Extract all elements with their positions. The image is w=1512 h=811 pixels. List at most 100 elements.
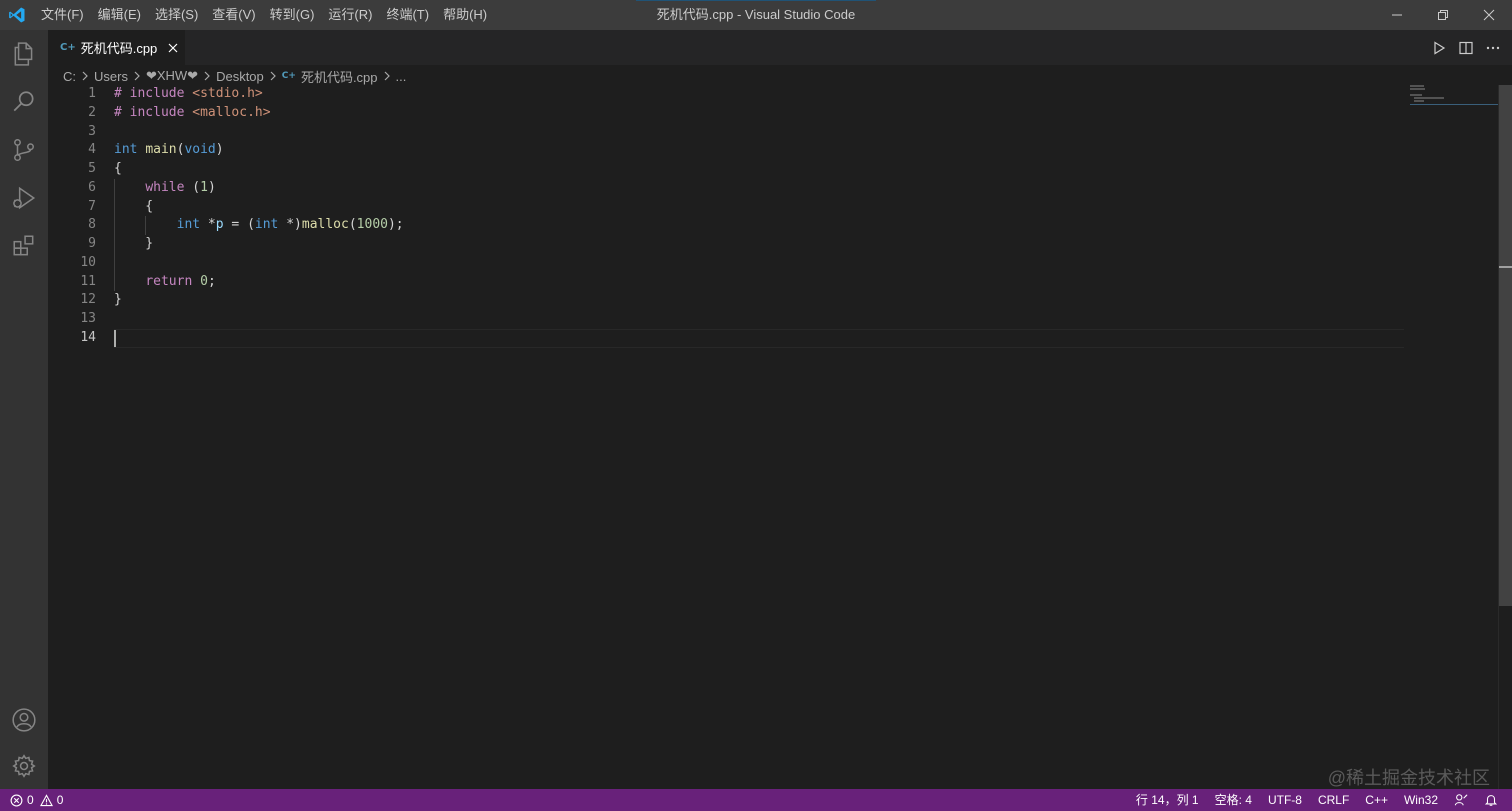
scrollbar-cursor-marker bbox=[1499, 266, 1512, 268]
code-line[interactable] bbox=[114, 253, 1404, 273]
line-number: 3 bbox=[88, 123, 96, 139]
language-mode[interactable]: C++ bbox=[1357, 789, 1396, 811]
code-token: ( bbox=[348, 217, 357, 233]
menu-terminal[interactable]: 终端(T) bbox=[379, 0, 436, 30]
close-tab-icon[interactable] bbox=[165, 40, 181, 56]
scrollbar-thumb[interactable] bbox=[1499, 85, 1512, 606]
code-line[interactable]: { bbox=[114, 160, 1404, 179]
breadcrumb-users[interactable]: Users bbox=[94, 69, 128, 84]
search-icon[interactable] bbox=[0, 78, 48, 126]
encoding[interactable]: UTF-8 bbox=[1260, 789, 1310, 811]
indent-guide bbox=[114, 272, 115, 292]
breadcrumb-desktop[interactable]: Desktop bbox=[216, 69, 264, 84]
code-token: <stdio.h> bbox=[192, 86, 263, 101]
tab-active[interactable]: C+ 死机代码.cpp bbox=[48, 30, 185, 65]
code-token: <malloc.h> bbox=[192, 104, 271, 120]
code-area[interactable]: # include <stdio.h> # include <malloc.h> i… bbox=[114, 85, 1404, 348]
code-token: 1000 bbox=[356, 217, 388, 233]
extensions-icon[interactable] bbox=[0, 222, 48, 270]
feedback-icon[interactable] bbox=[1446, 789, 1476, 811]
code-line[interactable]: # include <malloc.h> bbox=[114, 104, 1404, 123]
notifications-bell-icon[interactable] bbox=[1476, 789, 1506, 811]
code-line[interactable]: { bbox=[114, 197, 1404, 217]
line-number: 11 bbox=[80, 273, 96, 289]
cpp-file-icon: C+ bbox=[281, 71, 296, 81]
chevron-right-icon bbox=[133, 71, 141, 81]
menu-run[interactable]: 运行(R) bbox=[321, 0, 379, 30]
code-line[interactable]: int main(void) bbox=[114, 141, 1404, 160]
code-token: int bbox=[114, 142, 138, 158]
platform-config[interactable]: Win32 bbox=[1396, 789, 1446, 811]
warning-icon bbox=[39, 793, 53, 807]
settings-gear-icon[interactable] bbox=[0, 742, 48, 790]
problems-status[interactable]: 0 0 bbox=[0, 789, 63, 811]
text-cursor bbox=[114, 330, 116, 347]
code-token: 1 bbox=[200, 179, 208, 195]
explorer-icon[interactable] bbox=[0, 30, 48, 78]
code-token: ) bbox=[215, 142, 224, 158]
code-line[interactable] bbox=[114, 310, 1404, 329]
close-window-button[interactable] bbox=[1466, 0, 1512, 30]
code-editor[interactable]: 1 2 3 4 5 6 7 8 9 10 11 12 13 14 # include <stdio.h> #… bbox=[48, 85, 1512, 789]
breadcrumb-drive[interactable]: C: bbox=[63, 69, 76, 84]
code-line[interactable]: } bbox=[114, 235, 1404, 254]
code-line[interactable] bbox=[114, 329, 1404, 348]
watermark: @稀土掘金技术社区 bbox=[1327, 768, 1490, 788]
restore-button[interactable] bbox=[1420, 0, 1466, 30]
menu-edit[interactable]: 编辑(E) bbox=[91, 0, 148, 30]
run-code-icon[interactable] bbox=[1425, 30, 1452, 65]
indent-guide bbox=[145, 216, 147, 235]
minimize-button[interactable] bbox=[1374, 0, 1420, 30]
account-icon[interactable] bbox=[0, 696, 48, 744]
menu-selection[interactable]: 选择(S) bbox=[148, 0, 205, 30]
source-control-icon[interactable] bbox=[0, 126, 48, 174]
code-token: # include bbox=[114, 86, 193, 101]
code-line[interactable]: return 0; bbox=[114, 272, 1404, 292]
code-token: ( bbox=[184, 179, 201, 195]
line-number: 7 bbox=[88, 198, 96, 214]
code-line[interactable]: # include <stdio.h> bbox=[114, 85, 1404, 104]
code-token: p bbox=[215, 217, 224, 233]
code-token: { bbox=[114, 161, 122, 176]
line-number: 14 bbox=[80, 329, 96, 345]
breadcrumb: C: Users ❤XHW❤ Desktop C+ 死机代码.cpp ... bbox=[48, 65, 1512, 87]
menu-file[interactable]: 文件(F) bbox=[34, 0, 91, 30]
minimap-slider[interactable] bbox=[1410, 85, 1498, 105]
more-actions-icon[interactable] bbox=[1479, 30, 1506, 65]
split-editor-icon[interactable] bbox=[1452, 30, 1479, 65]
code-line[interactable]: while (1) bbox=[114, 178, 1404, 198]
code-token: ; bbox=[207, 273, 216, 289]
status-bar: 0 0 行 14，列 1 空格: 4 UTF-8 CRLF C++ Win32 bbox=[0, 789, 1512, 811]
code-token: 0 bbox=[200, 273, 208, 289]
menu-bar: 文件(F) 编辑(E) 选择(S) 查看(V) 转到(G) 运行(R) 终端(T… bbox=[34, 0, 494, 30]
code-token: { bbox=[114, 198, 154, 214]
run-debug-icon[interactable] bbox=[0, 174, 48, 222]
chevron-right-icon bbox=[269, 71, 277, 81]
breadcrumb-symbols[interactable]: ... bbox=[396, 69, 407, 84]
code-token: main bbox=[145, 142, 177, 158]
code-line[interactable]: int *p = (int *)malloc(1000); bbox=[114, 216, 1404, 235]
vscode-logo-icon bbox=[0, 0, 34, 30]
line-number: 4 bbox=[88, 142, 96, 158]
line-number: 6 bbox=[88, 179, 96, 195]
code-token: while bbox=[145, 179, 185, 195]
line-number: 8 bbox=[88, 217, 96, 233]
menu-help[interactable]: 帮助(H) bbox=[436, 0, 494, 30]
breadcrumb-file[interactable]: C+ 死机代码.cpp bbox=[282, 67, 378, 86]
code-line[interactable]: } bbox=[114, 291, 1404, 310]
indentation[interactable]: 空格: 4 bbox=[1207, 789, 1260, 811]
menu-go[interactable]: 转到(G) bbox=[263, 0, 322, 30]
window-controls bbox=[1374, 0, 1512, 30]
breadcrumb-user-folder[interactable]: ❤XHW❤ bbox=[146, 68, 198, 84]
code-line[interactable] bbox=[114, 123, 1404, 142]
tab-label: 死机代码.cpp bbox=[80, 41, 158, 56]
line-ending[interactable]: CRLF bbox=[1310, 789, 1357, 811]
error-icon bbox=[10, 794, 23, 807]
tab-bar: C+ 死机代码.cpp bbox=[48, 30, 1512, 65]
cursor-position[interactable]: 行 14，列 1 bbox=[1128, 789, 1207, 811]
indent-guide bbox=[114, 216, 115, 235]
indent-guide bbox=[114, 197, 115, 217]
menu-view[interactable]: 查看(V) bbox=[205, 0, 262, 30]
